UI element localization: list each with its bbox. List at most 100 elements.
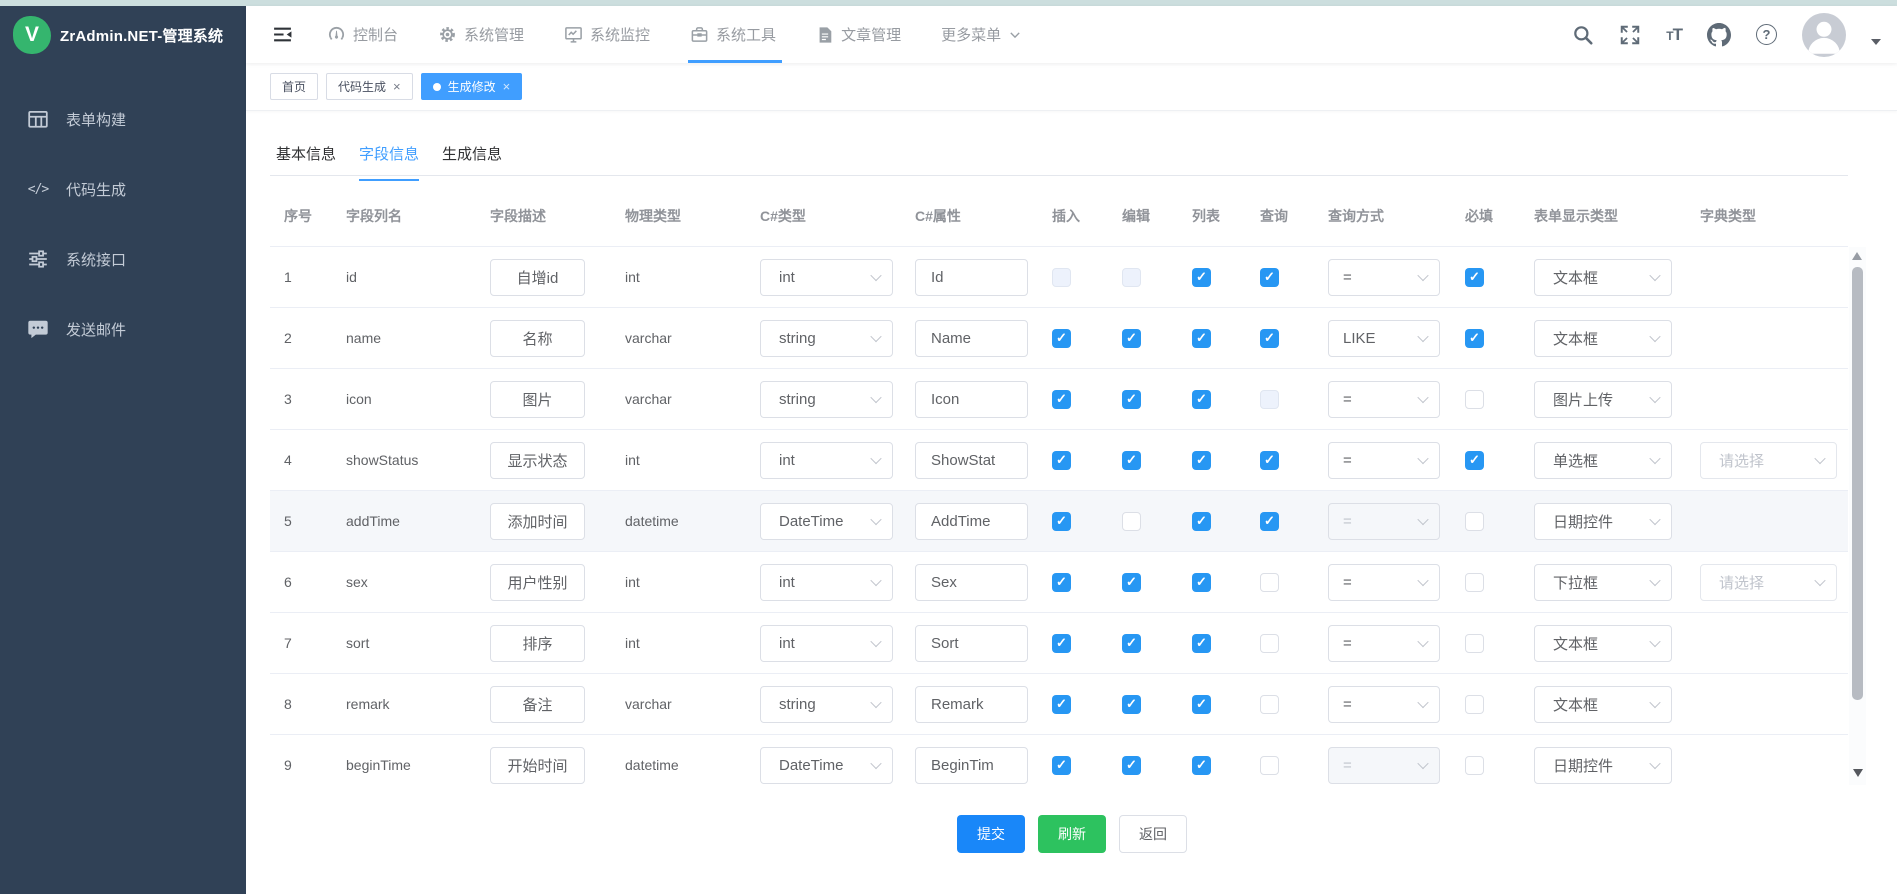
query-checkbox[interactable]: ✓ (1260, 451, 1279, 470)
required-checkbox[interactable] (1465, 695, 1484, 714)
edit-checkbox[interactable]: ✓ (1122, 573, 1141, 592)
tag-home[interactable]: 首页 × (270, 73, 318, 100)
close-icon[interactable]: × (503, 80, 511, 93)
insert-checkbox[interactable]: ✓ (1052, 451, 1071, 470)
cs-type-select[interactable]: string (760, 320, 893, 357)
edit-checkbox[interactable] (1122, 512, 1141, 531)
query-checkbox[interactable]: ✓ (1260, 512, 1279, 531)
list-checkbox[interactable]: ✓ (1192, 268, 1211, 287)
github-icon[interactable] (1707, 23, 1731, 47)
insert-checkbox[interactable]: ✓ (1052, 634, 1071, 653)
edit-checkbox[interactable]: ✓ (1122, 695, 1141, 714)
required-checkbox[interactable] (1465, 512, 1484, 531)
submit-button[interactable]: 提交 (957, 815, 1025, 853)
cs-type-select[interactable]: string (760, 381, 893, 418)
query-checkbox[interactable] (1260, 634, 1279, 653)
required-checkbox[interactable]: ✓ (1465, 329, 1484, 348)
query-checkbox[interactable] (1260, 573, 1279, 592)
cs-property-input[interactable]: Sort (915, 625, 1028, 662)
cs-type-select[interactable]: string (760, 686, 893, 723)
query-checkbox[interactable] (1260, 695, 1279, 714)
display-type-select[interactable]: 下拉框 (1534, 564, 1672, 601)
cs-property-input[interactable]: Name (915, 320, 1028, 357)
nav-item-system-tools[interactable]: 系统工具 (690, 6, 776, 63)
menu-fold-icon[interactable] (272, 24, 293, 45)
query-checkbox[interactable]: ✓ (1260, 268, 1279, 287)
close-icon[interactable]: × (393, 80, 401, 93)
display-type-select[interactable]: 图片上传 (1534, 381, 1672, 418)
sidebar-item-send-mail[interactable]: 发送邮件 (0, 294, 246, 364)
field-desc-input[interactable]: 名称 (490, 320, 585, 357)
required-checkbox[interactable]: ✓ (1465, 268, 1484, 287)
cs-type-select[interactable]: int (760, 564, 893, 601)
list-checkbox[interactable]: ✓ (1192, 329, 1211, 348)
query-checkbox[interactable]: ✓ (1260, 329, 1279, 348)
scroll-up-icon[interactable] (1852, 252, 1862, 260)
edit-checkbox[interactable]: ✓ (1122, 634, 1141, 653)
sidebar-item-system-api[interactable]: 系统接口 (0, 224, 246, 294)
query-mode-select[interactable]: = (1328, 625, 1440, 662)
query-mode-select[interactable]: = (1328, 381, 1440, 418)
query-mode-select[interactable]: LIKE (1328, 320, 1440, 357)
cs-property-input[interactable]: Icon (915, 381, 1028, 418)
cs-property-input[interactable]: Remark (915, 686, 1028, 723)
nav-item-console[interactable]: 控制台 (327, 6, 398, 63)
dict-type-select[interactable]: 请选择 (1700, 564, 1837, 601)
edit-checkbox[interactable]: ✓ (1122, 390, 1141, 409)
display-type-select[interactable]: 文本框 (1534, 625, 1672, 662)
nav-item-system-manage[interactable]: 系统管理 (438, 6, 524, 63)
cs-property-input[interactable]: ShowStat (915, 442, 1028, 479)
nav-item-article-manage[interactable]: 文章管理 (816, 6, 901, 63)
display-type-select[interactable]: 文本框 (1534, 259, 1672, 296)
insert-checkbox[interactable]: ✓ (1052, 329, 1071, 348)
insert-checkbox[interactable]: ✓ (1052, 756, 1071, 775)
cs-property-input[interactable]: BeginTim (915, 747, 1028, 784)
scrollbar-thumb[interactable] (1852, 267, 1863, 700)
tag-code-gen[interactable]: 代码生成 × (326, 73, 413, 100)
nav-item-more-menu[interactable]: 更多菜单 (941, 6, 1022, 63)
list-checkbox[interactable]: ✓ (1192, 756, 1211, 775)
insert-checkbox[interactable]: ✓ (1052, 512, 1071, 531)
font-size-icon[interactable]: TT (1666, 25, 1682, 45)
help-icon[interactable]: ? (1756, 24, 1777, 45)
vertical-scrollbar[interactable] (1849, 247, 1866, 785)
display-type-select[interactable]: 单选框 (1534, 442, 1672, 479)
tag-gen-edit[interactable]: 生成修改 × (421, 73, 523, 100)
avatar[interactable] (1802, 13, 1846, 57)
app-logo[interactable]: V ZrAdmin.NET-管理系统 (0, 6, 246, 64)
query-mode-select[interactable]: = (1328, 259, 1440, 296)
dict-type-select[interactable]: 请选择 (1700, 442, 1837, 479)
cs-type-select[interactable]: int (760, 625, 893, 662)
list-checkbox[interactable]: ✓ (1192, 390, 1211, 409)
list-checkbox[interactable]: ✓ (1192, 451, 1211, 470)
insert-checkbox[interactable]: ✓ (1052, 695, 1071, 714)
cs-property-input[interactable]: AddTime (915, 503, 1028, 540)
insert-checkbox[interactable]: ✓ (1052, 573, 1071, 592)
field-desc-input[interactable]: 备注 (490, 686, 585, 723)
list-checkbox[interactable]: ✓ (1192, 512, 1211, 531)
list-checkbox[interactable]: ✓ (1192, 634, 1211, 653)
insert-checkbox[interactable]: ✓ (1052, 390, 1071, 409)
scroll-down-icon[interactable] (1853, 769, 1863, 777)
cs-property-input[interactable]: Id (915, 259, 1028, 296)
required-checkbox[interactable] (1465, 573, 1484, 592)
display-type-select[interactable]: 文本框 (1534, 686, 1672, 723)
search-icon[interactable] (1572, 24, 1594, 46)
field-desc-input[interactable]: 图片 (490, 381, 585, 418)
edit-checkbox[interactable]: ✓ (1122, 329, 1141, 348)
display-type-select[interactable]: 日期控件 (1534, 503, 1672, 540)
required-checkbox[interactable] (1465, 634, 1484, 653)
list-checkbox[interactable]: ✓ (1192, 573, 1211, 592)
cs-property-input[interactable]: Sex (915, 564, 1028, 601)
display-type-select[interactable]: 文本框 (1534, 320, 1672, 357)
fullscreen-icon[interactable] (1619, 24, 1641, 46)
user-dropdown-caret-icon[interactable] (1871, 39, 1881, 45)
field-desc-input[interactable]: 排序 (490, 625, 585, 662)
query-mode-select[interactable]: = (1328, 442, 1440, 479)
field-desc-input[interactable]: 自增id (490, 259, 585, 296)
sidebar-item-form-build[interactable]: 表单构建 (0, 84, 246, 154)
cs-type-select[interactable]: DateTime (760, 747, 893, 784)
query-mode-select[interactable]: = (1328, 686, 1440, 723)
field-desc-input[interactable]: 添加时间 (490, 503, 585, 540)
nav-item-system-monitor[interactable]: 系统监控 (564, 6, 650, 63)
